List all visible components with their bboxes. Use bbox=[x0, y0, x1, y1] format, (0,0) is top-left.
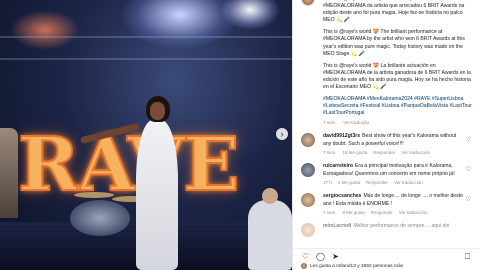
avatar[interactable] bbox=[301, 223, 315, 238]
avatar[interactable] bbox=[301, 133, 315, 148]
reply-link[interactable]: Responder bbox=[373, 150, 395, 155]
comment: david9912gt3rs Best show of this year's K… bbox=[301, 133, 474, 155]
caption-meta: 7 sem. Ver tradução bbox=[323, 120, 474, 125]
caption-hashtags[interactable]: #MEOKALORAMA #MeoKalorama2024 #RAYE #Sup… bbox=[323, 96, 474, 117]
comment-text: ruicarreteiro Era a principal motivação p… bbox=[323, 163, 474, 177]
comment-likes[interactable]: 16 Me gusta bbox=[343, 150, 368, 155]
comment-icon[interactable]: ◯ bbox=[316, 252, 325, 261]
stage-truss bbox=[0, 36, 292, 38]
comment-likes[interactable]: 8 Me gusta bbox=[343, 210, 365, 215]
comment-meta: 7 sem. 8 Me gusta Responder Ver traducción bbox=[323, 210, 474, 215]
post-actions-bar: ♡ ◯ ➤ ⎕ Les gusta a rolland13 y 3692 per… bbox=[293, 248, 480, 270]
chevron-right-icon[interactable]: › bbox=[276, 128, 288, 140]
cymbal bbox=[74, 192, 114, 198]
likes-text: Les gusta a rolland13 y 3692 personas má… bbox=[310, 263, 404, 269]
post-photo[interactable]: RAVE › bbox=[0, 0, 292, 270]
comment-text: mimi.acredi Melhor performance de sempre … bbox=[323, 223, 474, 230]
comment-text: david9912gt3rs Best show of this year's K… bbox=[323, 133, 474, 147]
likes-summary[interactable]: Les gusta a rolland13 y 3692 personas má… bbox=[301, 263, 472, 269]
musician-figure bbox=[0, 128, 18, 218]
comment-time: 7 sem. bbox=[323, 209, 337, 215]
avatar[interactable] bbox=[301, 163, 315, 178]
translate-link[interactable]: Ver traducción bbox=[399, 210, 428, 215]
comment: ruicarreteiro Era a principal motivação p… bbox=[301, 163, 474, 185]
comment-time: 7 sem. bbox=[323, 149, 337, 155]
comment-meta: 17 h 1 Me gusta Responder Ver traducción bbox=[323, 180, 474, 185]
reply-link[interactable]: Responder bbox=[371, 210, 393, 215]
translate-link[interactable]: Ver traducción bbox=[401, 150, 430, 155]
caption-time: 7 sem. bbox=[323, 120, 337, 126]
comment: sergiocsanches Más de longe.... de longe … bbox=[301, 193, 474, 215]
stage-truss bbox=[0, 58, 292, 60]
translate-link[interactable]: Ver traducción bbox=[394, 180, 423, 185]
comment-body: Melhor performance de sempre ... aqui de… bbox=[353, 223, 450, 230]
comments-scroll[interactable]: Esta é a @raye's world 💝 A brilhante per… bbox=[293, 0, 480, 248]
comment-text: sergiocsanches Más de longe.... de longe … bbox=[323, 193, 474, 207]
comments-panel: Esta é a @raye's world 💝 A brilhante per… bbox=[292, 0, 480, 270]
post-caption: Esta é a @raye's world 💝 A brilhante per… bbox=[301, 0, 474, 125]
heart-icon[interactable]: ♡ bbox=[465, 197, 472, 204]
drum-kit bbox=[70, 200, 130, 236]
comment-username[interactable]: ruicarreteiro bbox=[323, 163, 353, 169]
heart-icon[interactable]: ♡ bbox=[465, 137, 472, 144]
caption-spanish: This is @raye's world 💝 La brillante act… bbox=[323, 62, 473, 91]
singer-figure bbox=[80, 96, 182, 270]
share-icon[interactable]: ➤ bbox=[331, 252, 340, 261]
bookmark-icon[interactable]: ⎕ bbox=[463, 252, 472, 261]
caption-english: This is @raye's world 💝 The brilliant pe… bbox=[323, 29, 467, 57]
heart-icon[interactable]: ♡ bbox=[465, 167, 472, 174]
comment-meta: 7 sem. 16 Me gusta Responder Ver traducción bbox=[323, 150, 474, 155]
comment-username[interactable]: david9912gt3rs bbox=[323, 133, 360, 139]
comment-likes[interactable]: 1 Me gusta bbox=[338, 180, 360, 185]
caption-portuguese: Esta é a @raye's world 💝 A brilhante per… bbox=[323, 0, 465, 24]
comment-time: 17 h bbox=[323, 179, 332, 185]
avatar bbox=[301, 263, 307, 269]
comment: mimi.acredi Melhor performance de sempre … bbox=[301, 223, 474, 245]
comment-username[interactable]: sergiocsanches bbox=[323, 193, 362, 199]
heart-icon[interactable]: ♡ bbox=[301, 252, 310, 261]
stage-light bbox=[10, 10, 80, 50]
avatar[interactable] bbox=[301, 0, 315, 6]
guitarist-figure bbox=[248, 188, 292, 270]
reply-link[interactable]: Responder bbox=[366, 180, 388, 185]
avatar[interactable] bbox=[301, 193, 315, 208]
action-icons: ♡ ◯ ➤ ⎕ bbox=[301, 251, 472, 261]
translate-link[interactable]: Ver tradução bbox=[343, 120, 369, 125]
illuminated-sign: RAVE bbox=[17, 122, 240, 208]
comment-username[interactable]: mimi.acredi bbox=[323, 223, 351, 229]
